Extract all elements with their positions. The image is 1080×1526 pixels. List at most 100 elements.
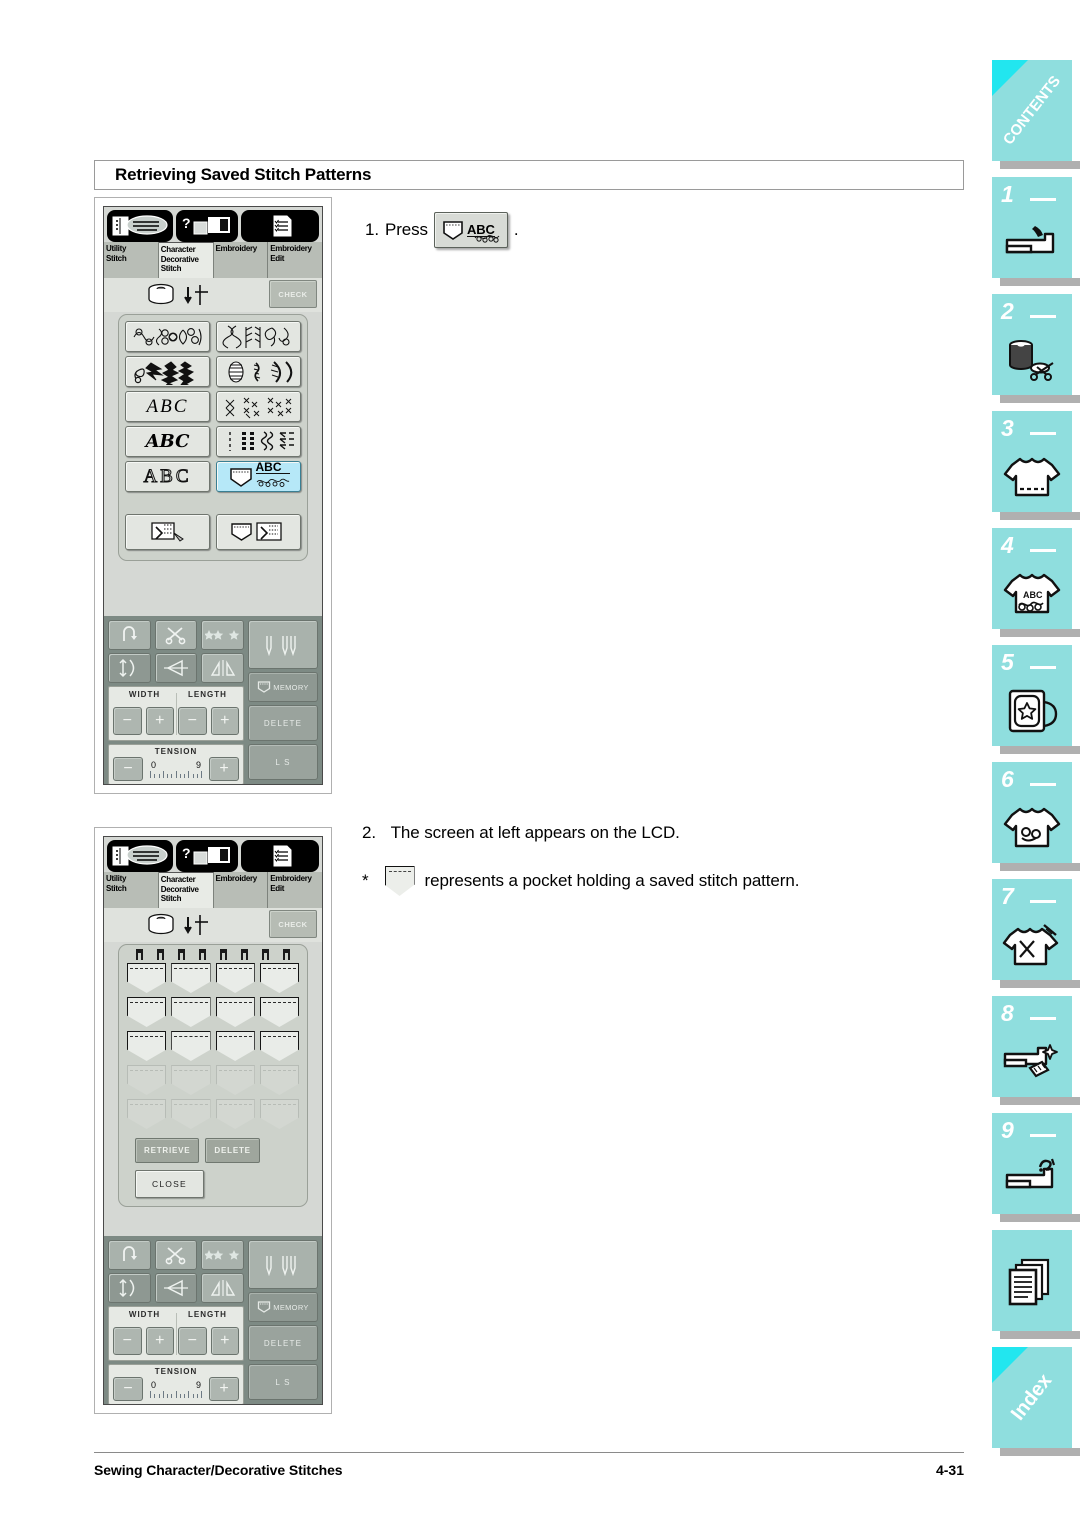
sidebar-tab-7[interactable]: 7 (992, 879, 1080, 988)
sidebar-tab-1[interactable]: 1 (992, 177, 1080, 286)
tension-plus-button[interactable]: + (209, 757, 239, 781)
abc-pocket-label: ABC (255, 462, 290, 474)
pattern-button-cross-decorative[interactable] (216, 391, 301, 422)
tension-minus-button[interactable]: − (113, 1377, 143, 1401)
pocket-slot[interactable] (127, 963, 167, 993)
check-button[interactable]: CHECK (269, 280, 317, 308)
pocket-slot[interactable] (215, 1031, 255, 1061)
tab-utility-stitch[interactable]: Utility Stitch (104, 242, 159, 278)
single-needle-icon[interactable] (248, 1240, 318, 1289)
tension-plus-button[interactable]: + (209, 1377, 239, 1401)
sidebar-tab-5[interactable]: 5 (992, 645, 1080, 754)
sidebar-tab-3[interactable]: 3 (992, 411, 1080, 520)
memory-button[interactable]: MEMORY (248, 1292, 318, 1322)
pocket-slot[interactable] (171, 1031, 211, 1061)
sidebar-tab-2[interactable]: 2 (992, 294, 1080, 403)
reverse-stitch-icon[interactable] (108, 620, 151, 650)
note-marker: * (362, 871, 369, 890)
pocket-slot[interactable] (127, 997, 167, 1027)
sewing-machine-icon (992, 212, 1072, 274)
question-machine-icon[interactable]: ? (176, 210, 238, 242)
checklist-page-icon[interactable] (241, 210, 319, 242)
thread-cutter-icon[interactable] (154, 620, 198, 650)
abc-italic-label: ABC (146, 395, 189, 417)
retrieve-button[interactable]: RETRIEVE (135, 1138, 200, 1163)
tab-embroidery-edit[interactable]: Embroidery Edit (268, 872, 322, 908)
pocket-slot[interactable] (127, 1031, 167, 1061)
length-minus-button[interactable]: − (178, 1327, 207, 1355)
sidebar-tab-6[interactable]: 6 (992, 762, 1080, 871)
tab-embroidery[interactable]: Embroidery (213, 872, 269, 908)
width-minus-button[interactable]: − (113, 1327, 142, 1355)
width-label: WIDTH (128, 1310, 161, 1319)
close-button[interactable]: CLOSE (135, 1170, 204, 1198)
pattern-button-abc-outline[interactable]: ABC (125, 461, 210, 492)
thread-cutter-icon[interactable] (154, 1240, 198, 1270)
pattern-button-satin[interactable] (125, 356, 210, 387)
stitch-length-icon[interactable] (108, 1273, 151, 1303)
check-button[interactable]: CHECK (269, 910, 317, 938)
ls-button[interactable]: L S (248, 744, 318, 780)
my-custom-stitch-button[interactable] (125, 514, 210, 550)
checklist-page-icon[interactable] (241, 840, 319, 872)
notebook-stitch-icon[interactable] (107, 210, 173, 242)
sidebar-tab-9[interactable]: 9 (992, 1113, 1080, 1222)
length-plus-button[interactable]: + (210, 1327, 239, 1355)
sidebar-tab-index[interactable]: Index (992, 1347, 1080, 1456)
thread-spool-icon (148, 283, 174, 305)
tab-character-decorative-stitch[interactable]: Character Decorative Stitch (158, 242, 214, 278)
pocket-slot[interactable] (215, 997, 255, 1027)
pocket-slot[interactable] (171, 963, 211, 993)
pocket-slot[interactable] (171, 997, 211, 1027)
length-plus-button[interactable]: + (210, 707, 239, 735)
pocket-slot[interactable] (259, 997, 299, 1027)
pocket-memory-button[interactable] (216, 514, 301, 550)
sidebar-tab-8-number: 8 (1001, 1000, 1015, 1026)
step-1-period: . (513, 220, 519, 239)
auto-stitch-icon[interactable] (201, 1240, 245, 1270)
pocket-delete-button[interactable]: DELETE (205, 1138, 260, 1163)
width-plus-button[interactable]: + (145, 707, 174, 735)
pattern-button-leaf[interactable] (216, 356, 301, 387)
ls-button[interactable]: L S (248, 1364, 318, 1400)
pocket-slot[interactable] (259, 1031, 299, 1061)
pattern-button-saved-pocket-abc[interactable]: ABC (216, 461, 301, 492)
pattern-button-abc-italic[interactable]: ABC (125, 391, 210, 422)
pocket-slot[interactable] (259, 963, 299, 993)
sidebar-tab-index-label: Index (1006, 1369, 1057, 1425)
question-machine-icon[interactable]: ? (176, 840, 238, 872)
needle-down-icon (184, 285, 208, 305)
reverse-stitch-icon[interactable] (108, 1240, 151, 1270)
single-needle-icon[interactable] (248, 620, 318, 669)
memory-button[interactable]: MEMORY (248, 672, 318, 702)
mirror-horizontal-icon[interactable] (154, 1273, 198, 1303)
mirror-vertical-icon[interactable] (201, 653, 245, 683)
auto-stitch-icon[interactable] (201, 620, 245, 650)
machine-question-icon (992, 1148, 1072, 1210)
mirror-horizontal-icon[interactable] (154, 653, 198, 683)
tab-embroidery-edit[interactable]: Embroidery Edit (268, 242, 322, 278)
stitch-length-icon[interactable] (108, 653, 151, 683)
tab-character-decorative-stitch[interactable]: Character Decorative Stitch (158, 872, 214, 908)
delete-button[interactable]: DELETE (248, 1325, 318, 1361)
tab-embroidery[interactable]: Embroidery (213, 242, 269, 278)
svg-text:?: ? (182, 215, 191, 231)
notebook-stitch-icon[interactable] (107, 840, 173, 872)
embroidery-vine-icon (474, 234, 500, 243)
delete-button[interactable]: DELETE (248, 705, 318, 741)
width-plus-button[interactable]: + (145, 1327, 174, 1355)
tension-minus-button[interactable]: − (113, 757, 143, 781)
width-minus-button[interactable]: − (113, 707, 142, 735)
pattern-button-utility-stitches[interactable] (216, 426, 301, 457)
sidebar-tab-8[interactable]: 8 (992, 996, 1080, 1105)
sidebar-tab-appendix[interactable] (992, 1230, 1080, 1339)
pattern-button-abc-script[interactable]: ABC (125, 426, 210, 457)
pocket-slot[interactable] (215, 963, 255, 993)
sidebar-tab-contents[interactable]: CONTENTS (992, 60, 1080, 169)
pattern-button-cross-stitch[interactable] (216, 321, 301, 352)
tab-utility-stitch[interactable]: Utility Stitch (104, 872, 159, 908)
mirror-vertical-icon[interactable] (201, 1273, 245, 1303)
pattern-button-ornamental[interactable] (125, 321, 210, 352)
length-minus-button[interactable]: − (178, 707, 207, 735)
sidebar-tab-4[interactable]: 4 ABC (992, 528, 1080, 637)
